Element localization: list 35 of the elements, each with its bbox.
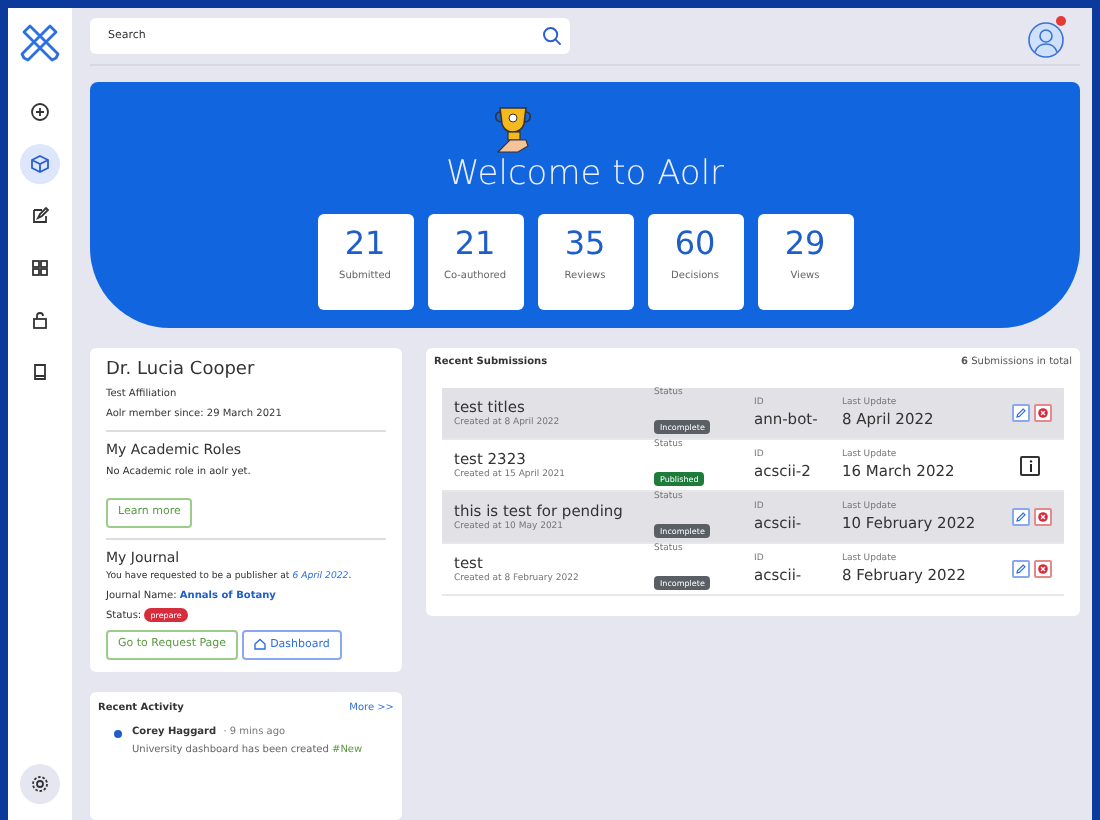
stat-value: 60 [672,226,718,262]
settings-button[interactable] [20,764,60,804]
delete-button[interactable] [1034,560,1052,579]
search-icon[interactable] [542,26,562,46]
info-button[interactable] [1020,455,1040,476]
pencil-icon [1016,512,1026,523]
welcome-title: Welcome to Aolr [445,154,725,195]
stat-value: 21 [452,226,498,262]
plus-circle-icon[interactable] [30,102,50,122]
pencil-icon [1016,408,1026,419]
stat-value: 35 [562,226,608,262]
delete-button[interactable] [1034,508,1052,527]
lock-icon[interactable] [30,310,50,330]
stat-value: 21 [342,226,388,262]
sidebar-item[interactable] [20,144,60,184]
cube-icon[interactable] [30,154,50,174]
edit-button[interactable] [1012,404,1030,423]
edit-button[interactable] [1012,560,1030,579]
close-icon [1038,512,1048,523]
pencil-icon [1016,564,1026,575]
close-icon [1038,408,1048,419]
close-icon [1038,564,1048,575]
grid-icon[interactable] [30,258,50,278]
avatar-icon[interactable] [1028,21,1064,58]
edit-icon[interactable] [30,206,50,226]
delete-button[interactable] [1034,404,1052,423]
book-icon[interactable] [30,362,50,382]
edit-button[interactable] [1012,508,1030,527]
profile-name: Dr. Lucia Cooper [106,360,257,383]
logo-icon[interactable] [18,20,62,64]
settings-icon[interactable] [30,774,50,794]
info-icon [1027,459,1033,472]
timeline-dot [114,730,122,739]
home-icon [254,637,267,650]
stat-value: 29 [782,226,828,262]
